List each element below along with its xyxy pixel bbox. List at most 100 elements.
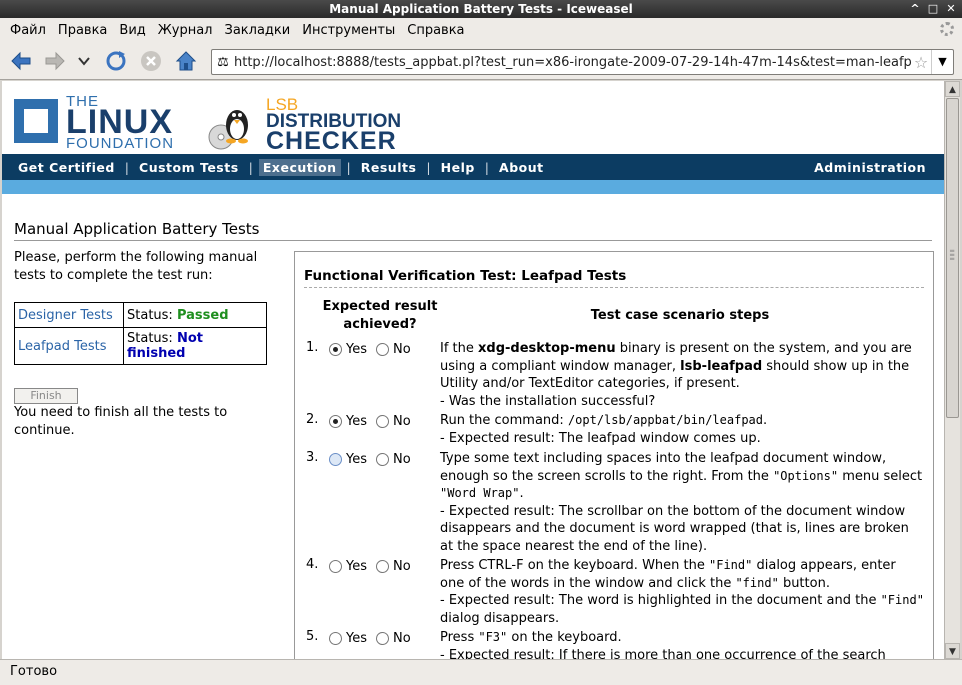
nav-execution[interactable]: Execution xyxy=(258,158,341,176)
url-input[interactable]: http://localhost:8888/tests_appbat.pl?te… xyxy=(234,55,911,70)
radio-label: Yes xyxy=(346,631,367,646)
table-row: Designer Tests Status: Passed xyxy=(14,302,267,328)
site-nav: Get Certified | Custom Tests | Execution… xyxy=(2,154,944,180)
result-no-radio[interactable]: No xyxy=(376,414,411,429)
test-step-description: Run the command: /opt/lsb/appbat/bin/lea… xyxy=(440,413,768,446)
panel-title: Functional Verification Test: Leafpad Te… xyxy=(304,268,627,284)
navigation-toolbar: ⚖ http://localhost:8888/tests_appbat.pl?… xyxy=(0,42,962,80)
radio-label: Yes xyxy=(346,559,367,574)
url-dropdown-button[interactable]: ▼ xyxy=(931,50,953,74)
result-yes-radio[interactable]: Yes xyxy=(329,631,367,646)
menu-tools[interactable]: Инструменты xyxy=(296,23,401,38)
status-badge: Passed xyxy=(176,307,229,323)
lf-logo-linux: LINUX xyxy=(66,103,173,141)
back-arrow-icon xyxy=(11,51,31,71)
nav-custom-tests[interactable]: Custom Tests xyxy=(135,159,243,176)
home-button[interactable] xyxy=(173,48,199,74)
nav-administration[interactable]: Administration xyxy=(810,159,930,176)
scroll-up-icon[interactable]: ▲ xyxy=(945,81,960,97)
nav-results[interactable]: Results xyxy=(357,159,421,176)
stop-icon xyxy=(141,51,161,71)
test-row-number: 5. xyxy=(306,629,319,644)
window-controls: ^ □ ✕ xyxy=(908,2,958,16)
url-bar[interactable]: ⚖ http://localhost:8888/tests_appbat.pl?… xyxy=(211,49,954,75)
status-label: Status: xyxy=(127,307,173,323)
test-row-number: 4. xyxy=(306,557,319,572)
nav-accent-strip xyxy=(2,180,944,194)
nav-about[interactable]: About xyxy=(495,159,548,176)
radio-circle[interactable] xyxy=(329,632,342,645)
menu-edit[interactable]: Правка xyxy=(52,23,113,38)
scroll-down-icon[interactable]: ▼ xyxy=(945,643,960,659)
radio-circle[interactable] xyxy=(376,343,389,356)
result-yes-radio[interactable]: Yes xyxy=(329,452,367,467)
vertical-scrollbar[interactable]: ▲ ═ ═ ═ ▼ xyxy=(944,81,960,659)
finish-button[interactable]: Finish xyxy=(14,388,78,404)
forward-button[interactable] xyxy=(42,48,68,74)
scroll-grip-icon: ═ ═ ═ xyxy=(950,247,955,263)
history-dropdown-button[interactable] xyxy=(74,48,94,74)
forward-arrow-icon xyxy=(45,51,65,71)
test-step-description: If the xdg-desktop-menu binary is presen… xyxy=(440,341,912,409)
window-titlebar: Manual Application Battery Tests - Icewe… xyxy=(0,0,962,18)
radio-label: Yes xyxy=(346,452,367,467)
close-icon[interactable]: ✕ xyxy=(944,2,958,16)
menu-bar: Файл Правка Вид Журнал Закладки Инструме… xyxy=(0,18,962,42)
linux-foundation-logo-icon xyxy=(14,99,58,143)
radio-label: No xyxy=(393,342,411,357)
site-favicon-icon: ⚖ xyxy=(217,54,229,70)
bookmark-star-icon[interactable]: ☆ xyxy=(911,53,931,72)
stop-button[interactable] xyxy=(138,48,164,74)
minimize-icon[interactable]: ^ xyxy=(908,2,922,16)
menu-view[interactable]: Вид xyxy=(113,23,151,38)
test-row-number: 2. xyxy=(306,412,319,427)
lf-logo-foundation: FOUNDATION xyxy=(66,135,175,152)
nav-help[interactable]: Help xyxy=(437,159,479,176)
test-panel: Functional Verification Test: Leafpad Te… xyxy=(294,251,934,659)
panel-divider xyxy=(304,287,924,288)
title-divider xyxy=(14,240,932,241)
radio-circle[interactable] xyxy=(376,560,389,573)
radio-circle[interactable] xyxy=(329,453,342,466)
intro-text: Please, perform the following manual tes… xyxy=(14,250,258,283)
test-step-description: Type some text including spaces into the… xyxy=(440,451,923,554)
radio-label: Yes xyxy=(346,414,367,429)
radio-circle[interactable] xyxy=(329,560,342,573)
menu-bookmarks[interactable]: Закладки xyxy=(219,23,297,38)
radio-circle[interactable] xyxy=(329,415,342,428)
result-yes-radio[interactable]: Yes xyxy=(329,559,367,574)
result-no-radio[interactable]: No xyxy=(376,452,411,467)
result-no-radio[interactable]: No xyxy=(376,342,411,357)
test-step-description: Press CTRL-F on the keyboard. When the "… xyxy=(440,558,924,626)
radio-label: No xyxy=(393,631,411,646)
radio-circle[interactable] xyxy=(376,453,389,466)
result-yes-radio[interactable]: Yes xyxy=(329,342,367,357)
menu-history[interactable]: Журнал xyxy=(152,23,219,38)
result-no-radio[interactable]: No xyxy=(376,559,411,574)
throbber-icon xyxy=(940,22,954,36)
menu-file[interactable]: Файл xyxy=(4,23,52,38)
page-title: Manual Application Battery Tests xyxy=(14,220,260,238)
test-status-table: Designer Tests Status: Passed Leafpad Te… xyxy=(14,302,267,365)
leafpad-tests-link[interactable]: Leafpad Tests xyxy=(18,339,107,354)
radio-label: No xyxy=(393,414,411,429)
result-no-radio[interactable]: No xyxy=(376,631,411,646)
test-row-number: 1. xyxy=(306,340,319,355)
maximize-icon[interactable]: □ xyxy=(926,2,940,16)
result-yes-radio[interactable]: Yes xyxy=(329,414,367,429)
menu-help[interactable]: Справка xyxy=(401,23,470,38)
reload-button[interactable] xyxy=(103,48,129,74)
header-logos: THE LINUX FOUNDATION LSB DISTRIBUTION CH… xyxy=(14,93,434,155)
radio-circle[interactable] xyxy=(376,632,389,645)
status-text: Готово xyxy=(10,664,58,679)
column-header-expected: Expected result achieved? xyxy=(322,299,438,332)
nav-get-certified[interactable]: Get Certified xyxy=(14,159,119,176)
designer-tests-link[interactable]: Designer Tests xyxy=(18,308,113,323)
window-title: Manual Application Battery Tests - Icewe… xyxy=(329,2,633,16)
table-row: Leafpad Tests Status: Not finished xyxy=(14,327,267,365)
radio-circle[interactable] xyxy=(376,415,389,428)
back-button[interactable] xyxy=(8,48,34,74)
finish-note: You need to finish all the tests to cont… xyxy=(14,405,228,438)
page-content: THE LINUX FOUNDATION LSB DISTRIBUTION CH… xyxy=(2,81,944,659)
radio-circle[interactable] xyxy=(329,343,342,356)
